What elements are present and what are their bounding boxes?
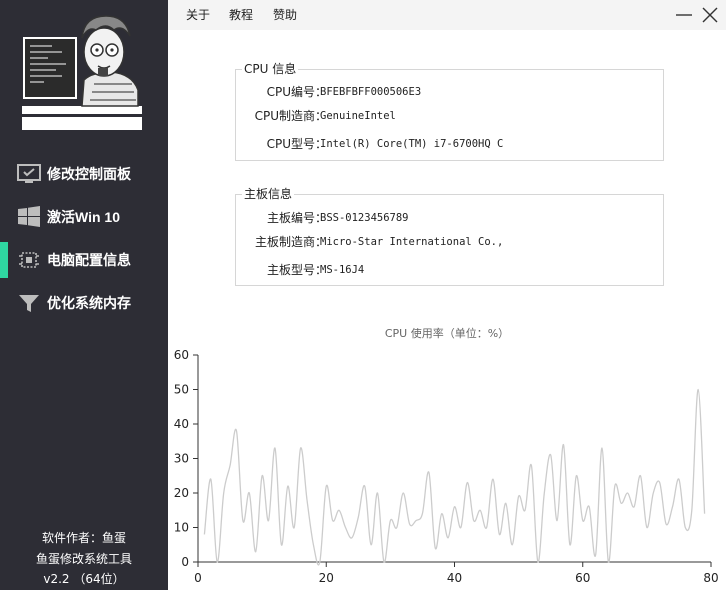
board-model-value: MS-16J4: [320, 264, 365, 276]
y-tick-label: 50: [174, 383, 189, 397]
app-name-text: 鱼蛋修改系统工具: [35, 552, 132, 566]
x-tick-label: 60: [575, 571, 590, 585]
chip-icon: [19, 252, 39, 268]
board-id-label: 主板编号：: [266, 211, 327, 225]
cpu-usage-chart: 0 10 20 30 40 50 60 0 20 40 60 80: [174, 348, 719, 585]
cpu-id-value: BFEBFBFF000506E3: [320, 86, 422, 98]
sidebar-item-optimize-memory[interactable]: 优化系统内存: [0, 285, 168, 321]
board-group-title: 主板信息: [242, 186, 295, 202]
board-vendor-value: Micro-Star International Co.,: [320, 236, 504, 248]
sidebar-item-activate-windows[interactable]: 激活Win 10: [0, 199, 168, 235]
y-tick-label: 40: [174, 417, 189, 431]
x-tick-label: 0: [194, 571, 202, 585]
sidebar-item-system-info[interactable]: 电脑配置信息: [0, 242, 168, 278]
sidebar-item-label: 电脑配置信息: [47, 252, 131, 268]
sidebar: 修改控制面板 激活Win 10 电脑配置信息 优化系统内存 软件作者：鱼蛋 鱼蛋…: [0, 0, 168, 590]
menu-about[interactable]: 关于: [186, 0, 210, 30]
avatar-illustration: [22, 10, 142, 130]
sidebar-item-label: 激活Win 10: [47, 209, 120, 225]
minimize-button[interactable]: [674, 5, 694, 25]
menu-donate[interactable]: 赞助: [273, 0, 297, 30]
cpu-vendor-label: CPU制造商：: [254, 109, 327, 123]
x-tick-label: 80: [703, 571, 718, 585]
monitor-check-icon: [17, 164, 41, 183]
x-tick-label: 20: [319, 571, 334, 585]
cpu-group-title: CPU 信息: [242, 61, 299, 77]
windows-logo-icon: [18, 206, 40, 227]
author-text: 软件作者：鱼蛋: [41, 531, 126, 545]
avatar: [22, 10, 142, 130]
cpu-usage-line: [203, 388, 706, 566]
y-tick-label: 20: [174, 486, 189, 500]
chart-title: CPU 使用率（单位：%）: [384, 327, 510, 340]
close-button[interactable]: [700, 5, 720, 25]
board-model-label: 主板型号：: [266, 263, 327, 277]
version-text: v2.2 （64位）: [43, 572, 125, 586]
cpu-model-label: CPU型号：: [266, 137, 327, 151]
board-vendor-label: 主板制造商：: [254, 235, 327, 249]
sidebar-item-label: 优化系统内存: [47, 295, 131, 311]
board-info-group: 主板信息 主板编号： BSS-0123456789 主板制造商： Micro-S…: [235, 186, 664, 286]
y-tick-label: 0: [181, 555, 189, 569]
y-tick-label: 60: [174, 348, 189, 362]
menu-tutorial[interactable]: 教程: [229, 0, 253, 30]
cpu-id-label: CPU编号：: [266, 85, 327, 99]
cpu-model-value: Intel(R) Core(TM) i7-6700HQ C: [320, 138, 504, 150]
x-tick-label: 40: [447, 571, 462, 585]
sidebar-item-control-panel[interactable]: 修改控制面板: [0, 156, 168, 192]
y-tick-label: 30: [174, 452, 189, 466]
cpu-vendor-value: GenuineIntel: [320, 110, 396, 122]
board-id-value: BSS-0123456789: [320, 212, 409, 224]
y-tick-label: 10: [174, 521, 189, 535]
funnel-icon: [19, 295, 39, 312]
cpu-info-group: CPU 信息 CPU编号： BFEBFBFF000506E3 CPU制造商： G…: [235, 61, 664, 161]
menu-bar: 关于 教程 赞助: [168, 0, 726, 30]
sidebar-item-label: 修改控制面板: [47, 166, 131, 182]
